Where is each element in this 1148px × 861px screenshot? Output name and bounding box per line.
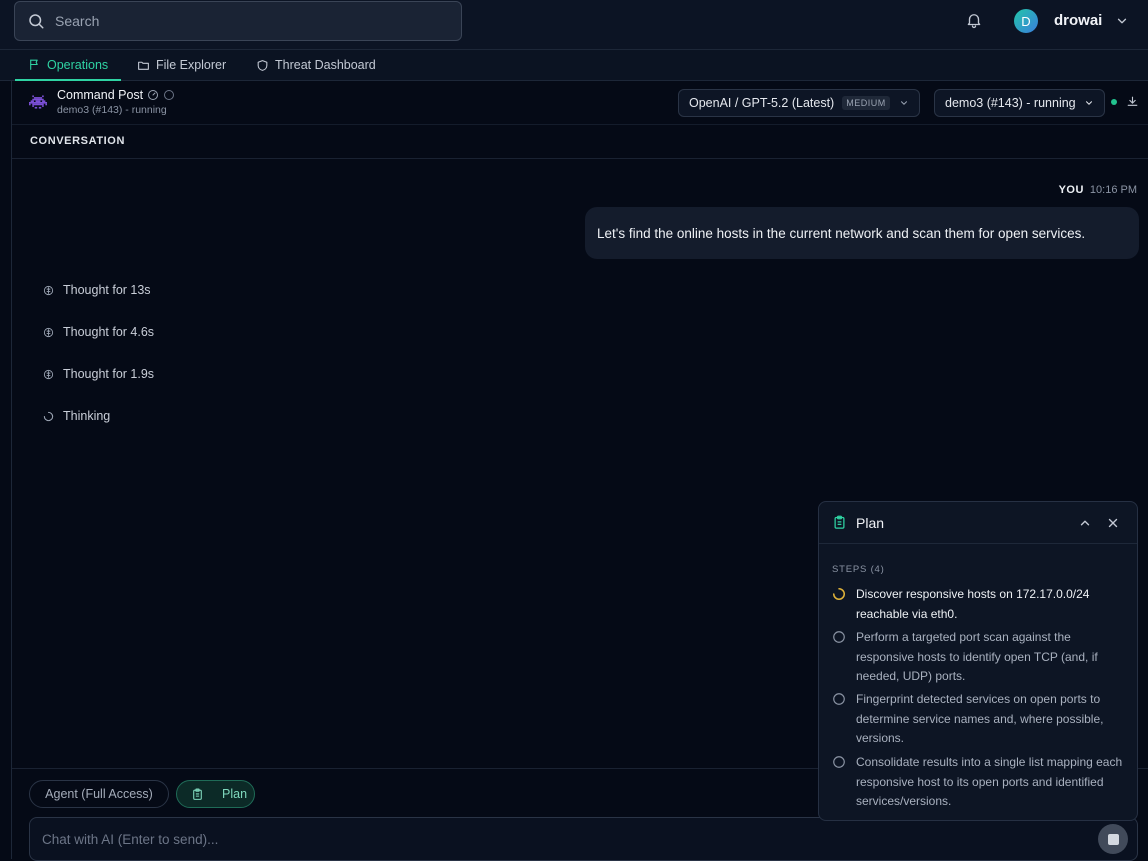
message-meta: YOU 10:16 PM	[1059, 184, 1137, 196]
message-time: 10:16 PM	[1089, 184, 1137, 196]
agent-mode-label: Agent (Full Access)	[45, 787, 153, 801]
plan-header: Plan	[819, 502, 1137, 544]
thought-toggle[interactable]: Thought for 4.6s	[43, 325, 154, 339]
pending-circle-icon	[833, 631, 845, 643]
avatar[interactable]: D	[1014, 9, 1038, 33]
agent-mode-button[interactable]: Agent (Full Access)	[29, 780, 169, 808]
top-bar: D drowai	[0, 0, 1148, 50]
username[interactable]: drowai	[1054, 12, 1102, 29]
pending-circle-icon	[833, 756, 845, 768]
thinking-indicator: Thinking	[43, 409, 110, 423]
clipboard-icon	[193, 788, 202, 800]
tab-threat-dashboard[interactable]: Threat Dashboard	[256, 50, 376, 80]
stop-generation-button[interactable]	[1098, 824, 1128, 854]
plan-step-text: Perform a targeted port scan against the…	[856, 630, 1098, 683]
brain-icon	[43, 327, 54, 337]
thought-label: Thought for 4.6s	[63, 325, 155, 339]
close-icon[interactable]	[1106, 516, 1120, 530]
plan-toggle-button[interactable]: Plan	[176, 780, 255, 808]
chevron-down-icon	[1085, 101, 1093, 105]
chat-input[interactable]	[42, 831, 1082, 847]
loading-spinner-icon	[43, 411, 54, 421]
command-post-subtitle: demo3 (#143) - running	[57, 104, 167, 116]
thought-label: Thought for 13s	[63, 283, 151, 297]
status-circle-icon	[164, 90, 174, 100]
stop-icon	[1107, 833, 1119, 845]
alien-invader-icon	[29, 95, 47, 109]
model-select-value: OpenAI / GPT-5.2 (Latest)	[689, 96, 835, 110]
brain-icon	[43, 369, 54, 379]
command-post-header: Command Post demo3 (#143) - running Open…	[12, 81, 1148, 125]
online-status-dot	[1111, 99, 1117, 105]
thought-label: Thought for 1.9s	[63, 367, 155, 381]
chevron-down-icon	[900, 101, 908, 105]
search-input[interactable]	[55, 13, 445, 29]
plan-step-text: Fingerprint detected services on open po…	[856, 692, 1104, 745]
steps-count-label: STEPS (4)	[832, 564, 885, 575]
user-message-bubble: Let's find the online hosts in the curre…	[585, 207, 1139, 259]
plan-step-text: Discover responsive hosts on 172.17.0.0/…	[856, 587, 1090, 621]
thought-toggle[interactable]: Thought for 13s	[43, 283, 151, 297]
tab-label: Operations	[47, 57, 109, 72]
plan-card: Plan STEPS (4) Discover responsive hosts…	[818, 501, 1138, 821]
target-select-value: demo3 (#143) - running	[945, 96, 1076, 110]
model-select[interactable]: OpenAI / GPT-5.2 (Latest) MEDIUM	[678, 89, 920, 117]
flag-icon	[30, 59, 38, 70]
search-icon	[29, 14, 44, 29]
tab-operations[interactable]: Operations	[15, 50, 121, 81]
divider	[12, 158, 1148, 159]
user-message-text: Let's find the online hosts in the curre…	[597, 225, 1086, 241]
message-author: YOU	[1058, 184, 1084, 196]
download-icon[interactable]	[1126, 95, 1139, 108]
chevron-down-icon[interactable]	[1115, 14, 1129, 28]
tab-label: File Explorer	[156, 58, 227, 72]
brain-icon	[43, 285, 54, 295]
gauge-icon[interactable]	[147, 89, 159, 101]
conversation-heading: CONVERSATION	[30, 135, 126, 147]
in-progress-spinner-icon	[832, 587, 845, 600]
plan-title: Plan	[856, 515, 885, 531]
reasoning-effort-badge: MEDIUM	[842, 96, 890, 110]
shield-icon	[257, 59, 268, 71]
plan-toggle-label: Plan	[222, 787, 248, 801]
tab-bar: Operations File Explorer Threat Dashboar…	[0, 50, 1148, 81]
thinking-label: Thinking	[63, 409, 111, 423]
chevron-up-icon[interactable]	[1078, 516, 1092, 530]
chat-input-box[interactable]	[29, 817, 1138, 861]
tab-label: Threat Dashboard	[275, 58, 376, 72]
target-select[interactable]: demo3 (#143) - running	[934, 89, 1105, 117]
plan-step-text: Consolidate results into a single list m…	[856, 755, 1123, 808]
clipboard-icon	[834, 515, 845, 529]
command-post-title: Command Post	[57, 88, 144, 102]
thought-toggle[interactable]: Thought for 1.9s	[43, 367, 154, 381]
pending-circle-icon	[833, 693, 845, 705]
command-post-status	[147, 89, 175, 101]
folder-icon	[138, 61, 149, 70]
search-box[interactable]	[14, 1, 462, 41]
bell-icon[interactable]	[965, 11, 983, 29]
tab-file-explorer[interactable]: File Explorer	[137, 50, 226, 80]
